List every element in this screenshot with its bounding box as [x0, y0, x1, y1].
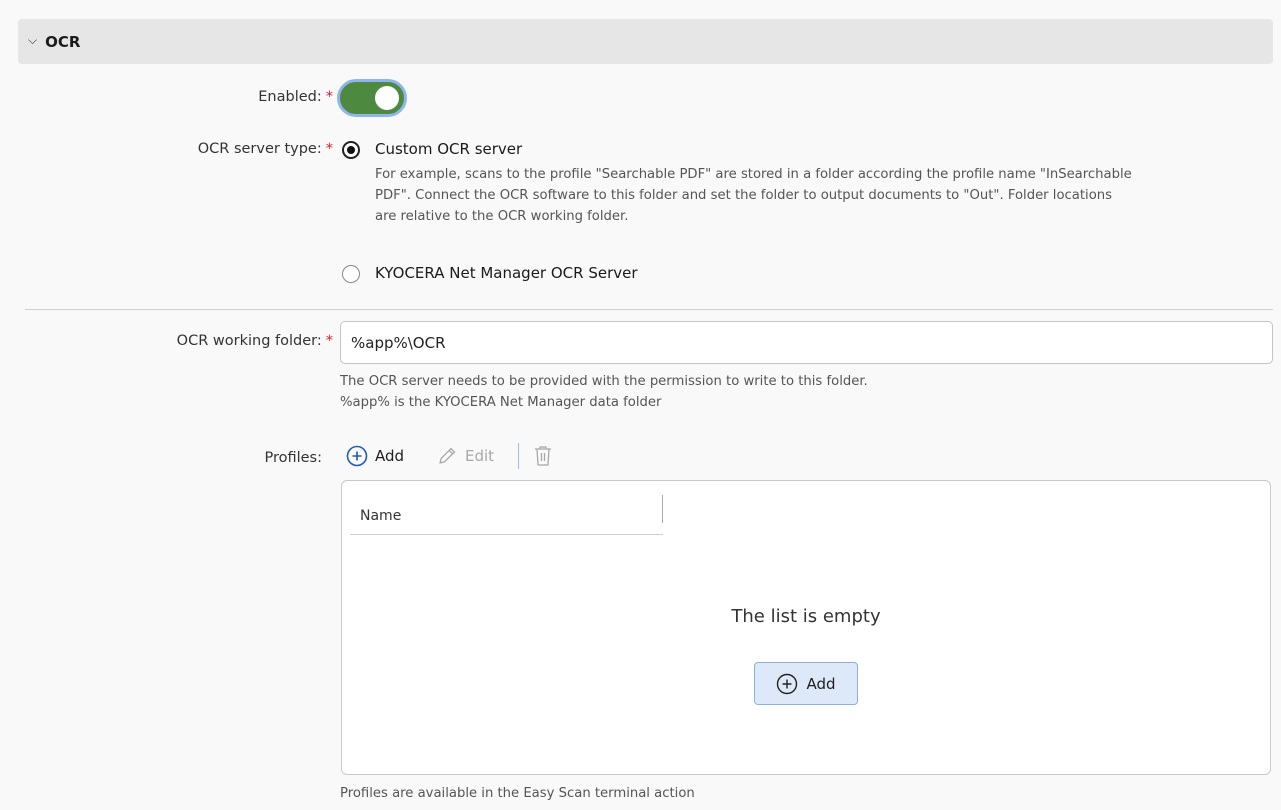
column-header-name[interactable]: Name — [350, 495, 663, 535]
radio-kyocera-ocr-server[interactable] — [342, 265, 360, 283]
toggle-knob — [375, 86, 399, 110]
chevron-down-icon: ⌵ — [28, 33, 38, 47]
toolbar-separator — [518, 443, 519, 469]
enabled-label: Enabled: * — [258, 89, 333, 105]
add-profile-button[interactable]: Add — [346, 445, 404, 467]
hint-line: For example, scans to the profile "Searc… — [375, 167, 1132, 182]
edit-label: Edit — [465, 447, 495, 465]
radio-label-kyocera-ocr-server[interactable]: KYOCERA Net Manager OCR Server — [375, 264, 638, 282]
section-divider — [25, 309, 1273, 310]
delete-profile-button[interactable] — [532, 444, 561, 468]
hint-line: %app% is the KYOCERA Net Manager data fo… — [340, 395, 662, 410]
add-circle-icon — [346, 445, 368, 467]
hint-line: The OCR server needs to be provided with… — [340, 374, 868, 389]
server-type-label: OCR server type: * — [197, 141, 333, 157]
working-folder-hint: The OCR server needs to be provided with… — [340, 371, 868, 413]
required-marker: * — [325, 89, 333, 105]
custom-ocr-hint: For example, scans to the profile "Searc… — [375, 164, 1275, 227]
hint-line: are relative to the OCR working folder. — [375, 209, 629, 224]
edit-profile-button[interactable]: Edit — [436, 445, 494, 467]
add-circle-icon — [776, 673, 798, 695]
add-profile-empty-button[interactable]: Add — [754, 662, 858, 705]
profiles-footer-note: Profiles are available in the Easy Scan … — [340, 786, 695, 801]
ocr-section-header[interactable]: ⌵ OCR — [18, 19, 1273, 64]
required-marker: * — [325, 141, 333, 157]
empty-list-message: The list is empty — [731, 606, 881, 627]
section-title: OCR — [45, 32, 81, 51]
trash-icon — [532, 444, 554, 468]
hint-line: PDF". Connect the OCR software to this f… — [375, 188, 1112, 203]
pencil-icon — [436, 445, 458, 467]
column-header-label: Name — [360, 508, 402, 524]
radio-custom-ocr-server[interactable] — [342, 141, 360, 159]
profiles-table: Name The list is empty Add — [341, 480, 1271, 775]
column-resize-handle[interactable] — [662, 495, 663, 523]
add-label: Add — [806, 674, 836, 693]
profiles-label: Profiles: — [264, 450, 322, 466]
working-folder-label: OCR working folder: * — [176, 333, 333, 349]
radio-label-custom-ocr-server[interactable]: Custom OCR server — [375, 140, 522, 158]
enabled-toggle[interactable] — [337, 79, 407, 117]
required-marker: * — [325, 333, 333, 349]
add-label: Add — [375, 447, 405, 465]
working-folder-input[interactable] — [340, 321, 1273, 364]
